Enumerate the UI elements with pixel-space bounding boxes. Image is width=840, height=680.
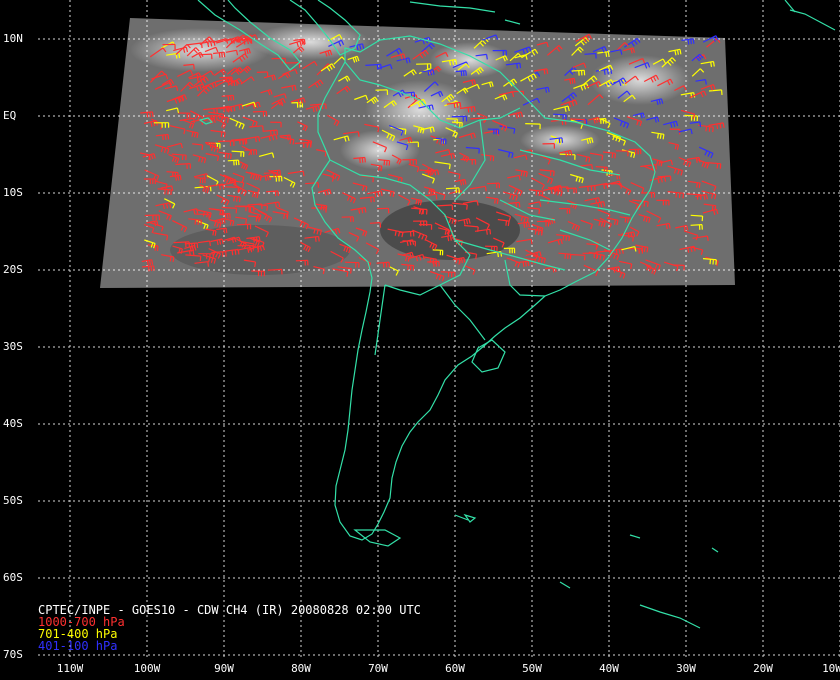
lat-label-20s: 20S	[3, 263, 23, 276]
map-canvas	[38, 0, 840, 660]
lat-label-10s: 10S	[3, 186, 23, 199]
lon-label-20w: 20W	[753, 662, 773, 675]
satellite-wind-map: 10N EQ 10S 20S 30S 40S 50S 60S 70S 110W …	[0, 0, 840, 680]
lon-label-100w: 100W	[133, 662, 161, 675]
lat-label-eq: EQ	[3, 109, 17, 122]
lon-label-80w: 80W	[291, 662, 311, 675]
lon-label-110w: 110W	[56, 662, 84, 675]
lat-label-60s: 60S	[3, 571, 23, 584]
lon-label-90w: 90W	[214, 662, 234, 675]
lat-label-50s: 50S	[3, 494, 23, 507]
legend-high-level: 401-100 hPa	[38, 639, 118, 653]
lon-label-50w: 50W	[522, 662, 542, 675]
lat-label-10n: 10N	[3, 32, 23, 45]
lat-label-40s: 40S	[3, 417, 23, 430]
lon-label-70w: 70W	[368, 662, 388, 675]
lon-label-40w: 40W	[599, 662, 619, 675]
map-caption: CPTEC/INPE - GOES10 - CDW CH4 (IR) 20080…	[38, 604, 421, 652]
lon-label-10w: 10W	[822, 662, 840, 675]
lon-label-30w: 30W	[676, 662, 696, 675]
lat-label-30s: 30S	[3, 340, 23, 353]
lon-label-60w: 60W	[445, 662, 465, 675]
lat-label-70s: 70S	[3, 648, 23, 661]
